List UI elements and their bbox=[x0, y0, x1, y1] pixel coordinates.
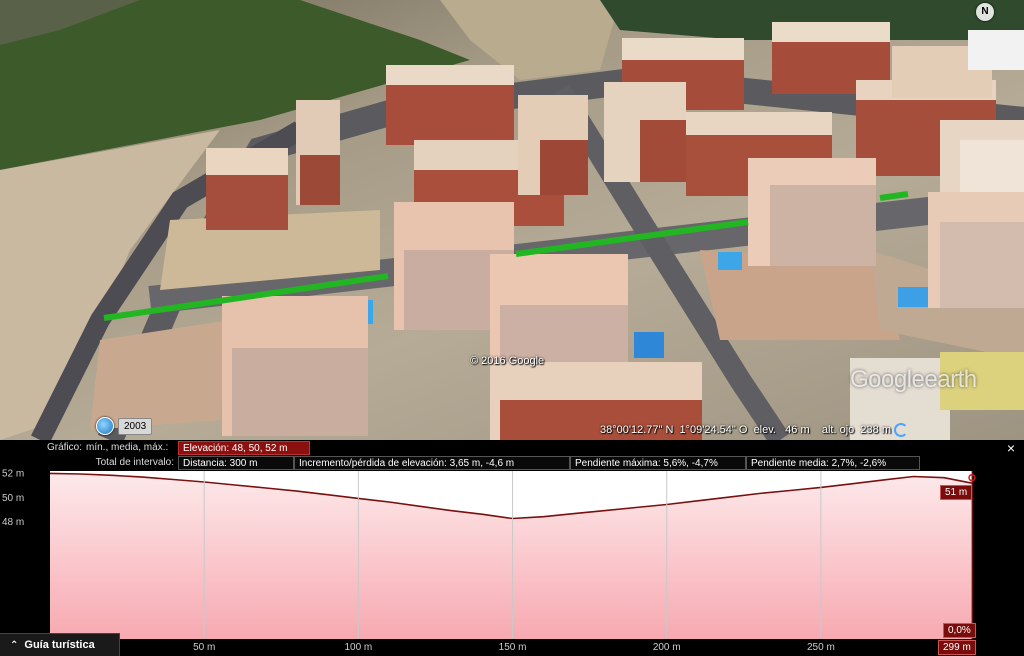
x-tick-label: 100 m bbox=[344, 642, 372, 653]
x-tick-label: 200 m bbox=[653, 642, 681, 653]
y-tick-label: 50 m bbox=[2, 493, 24, 504]
status-bar: 38°00'12.77" N 1°09'24.54" O elev. 46 m … bbox=[600, 420, 1024, 440]
tour-guide-button[interactable]: ⌃ Guía turística bbox=[0, 633, 120, 656]
copyright-label: © 2016 Google bbox=[470, 355, 545, 367]
elevation-profile-chart[interactable]: 52 m 50 m 48 m 50 m 100 m 150 m 200 m 250 m bbox=[0, 440, 1024, 656]
x-axis-ticks: 50 m 100 m 150 m 200 m 250 m bbox=[193, 642, 835, 653]
elevation-label: elev. bbox=[753, 424, 776, 436]
logo-sub-text: earth bbox=[924, 366, 977, 393]
y-tick-label: 48 m bbox=[2, 517, 24, 528]
historical-imagery-widget[interactable]: 2003 bbox=[96, 415, 153, 437]
imagery-year-label[interactable]: 2003 bbox=[118, 417, 153, 435]
plaza bbox=[90, 320, 230, 430]
google-earth-logo: Googleearth bbox=[850, 366, 977, 394]
x-tick-label: 50 m bbox=[193, 642, 215, 653]
x-tick-label: 150 m bbox=[499, 642, 527, 653]
current-slope-tag: 0,0% bbox=[943, 623, 976, 638]
current-elevation-tag: 51 m bbox=[940, 485, 973, 500]
elevation-readout: 46 m bbox=[785, 424, 810, 436]
latitude-readout: 38°00'12.77" N bbox=[600, 424, 674, 436]
longitude-readout: 1°09'24.54" O bbox=[679, 424, 748, 436]
tour-guide-label: Guía turística bbox=[24, 639, 95, 651]
pool bbox=[718, 252, 742, 270]
historical-imagery-icon[interactable] bbox=[96, 417, 114, 435]
north-compass-button[interactable]: N bbox=[976, 3, 994, 21]
loading-indicator-icon bbox=[894, 423, 909, 437]
x-tick-label: 250 m bbox=[807, 642, 835, 653]
y-axis-ticks: 52 m 50 m 48 m bbox=[2, 468, 24, 528]
logo-main-text: Google bbox=[850, 366, 925, 393]
chevron-up-icon: ⌃ bbox=[10, 639, 19, 651]
map-viewport[interactable]: © 2016 Google Googleearth N 2003 38°00'1… bbox=[0, 0, 1024, 440]
pool bbox=[634, 332, 664, 358]
eye-altitude-readout: 238 m bbox=[860, 424, 891, 436]
y-tick-label: 52 m bbox=[2, 468, 24, 479]
elevation-profile-panel: Gráfico: mín., media, máx.: Elevación: 4… bbox=[0, 440, 1024, 656]
pool bbox=[898, 287, 928, 307]
current-distance-tag: 299 m bbox=[938, 640, 976, 655]
eye-altitude-label: alt. ojo bbox=[821, 424, 855, 436]
